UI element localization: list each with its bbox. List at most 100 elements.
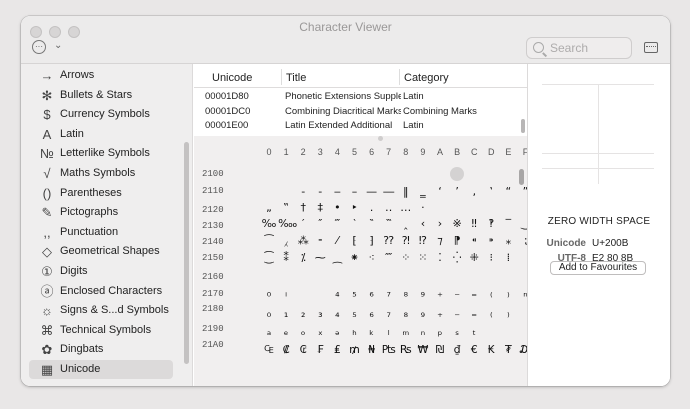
character-cell[interactable]: ‵	[347, 218, 363, 230]
character-cell[interactable]: ⁓	[312, 252, 328, 264]
character-cell[interactable]: ⁐	[261, 252, 277, 264]
character-cell[interactable]: ⁻	[449, 291, 465, 303]
character-cell[interactable]: ⁹	[415, 291, 431, 303]
character-cell[interactable]: ⁈	[398, 235, 414, 247]
character-cell[interactable]: ‗	[415, 186, 431, 198]
character-cell[interactable]: –	[347, 186, 363, 198]
character-cell[interactable]: ‰	[261, 218, 277, 230]
character-cell[interactable]: ₢	[295, 344, 311, 356]
character-cell[interactable]: ’	[449, 186, 465, 198]
character-cell[interactable]: ‱	[278, 218, 297, 230]
character-cell[interactable]: ₓ	[312, 326, 328, 338]
sidebar-item-parentheses[interactable]: () Parentheses	[29, 184, 173, 203]
character-cell[interactable]: ′	[295, 218, 311, 230]
character-cell[interactable]: ‾	[500, 218, 516, 230]
character-cell[interactable]: ⁇	[381, 235, 397, 247]
character-cell[interactable]: ₐ	[261, 326, 277, 338]
character-cell[interactable]: ⁼	[466, 291, 482, 303]
character-cell[interactable]: ₑ	[278, 326, 294, 338]
character-cell[interactable]: ″	[312, 218, 328, 230]
character-cell[interactable]: ₦	[364, 344, 380, 356]
table-scrollbar[interactable]	[521, 119, 525, 133]
character-cell[interactable]: ₧	[381, 344, 397, 356]
more-options-icon[interactable]: ···	[32, 40, 46, 54]
character-cell[interactable]: ‟	[278, 202, 294, 214]
character-cell[interactable]: …	[398, 202, 414, 214]
sidebar-item-technical-symbols[interactable]: ⌘ Technical Symbols	[29, 321, 173, 340]
character-cell[interactable]: ₎	[500, 308, 516, 320]
character-cell[interactable]: ₮	[500, 344, 516, 356]
character-cell[interactable]: ⁜	[466, 252, 482, 264]
character-cell[interactable]: ‖	[398, 186, 414, 198]
character-cell[interactable]: ⁃	[312, 235, 328, 247]
character-cell[interactable]: ₅	[347, 308, 363, 320]
character-cell[interactable]: ‿	[518, 218, 527, 230]
character-cell[interactable]: ⁚	[432, 252, 448, 264]
character-cell[interactable]: ”	[518, 186, 527, 198]
chevron-down-icon[interactable]: ⌄	[54, 40, 62, 51]
character-cell[interactable]: ‒	[329, 186, 345, 198]
character-cell[interactable]: ⁗	[381, 252, 397, 264]
character-cell[interactable]: ₥	[347, 344, 363, 356]
character-cell[interactable]: ⁽	[483, 291, 499, 303]
character-cell[interactable]: ₜ	[466, 326, 482, 338]
character-cell[interactable]: ₣	[312, 344, 328, 356]
character-cell[interactable]: ₘ	[398, 326, 414, 338]
character-cell[interactable]: ⁎	[500, 235, 516, 247]
character-cell[interactable]: ⁏	[518, 235, 527, 247]
sidebar-item-currency-symbols[interactable]: $ Currency Symbols	[29, 105, 173, 124]
character-cell[interactable]: ‥	[381, 202, 397, 214]
character-cell[interactable]: —	[364, 186, 380, 198]
character-cell[interactable]: •	[329, 202, 345, 214]
character-cell[interactable]: ₗ	[381, 326, 397, 338]
character-cell[interactable]: ‷	[381, 218, 397, 230]
character-cell[interactable]: ‑	[312, 186, 328, 198]
character-cell[interactable]: ₖ	[364, 326, 380, 338]
character-cell[interactable]: ⁘	[398, 252, 414, 264]
character-cell[interactable]: ‶	[364, 218, 380, 230]
character-cell[interactable]: ‹	[415, 218, 431, 230]
table-row[interactable]: 00001DC0 Combining Diacritical Marks Combi…	[202, 105, 511, 119]
character-cell[interactable]: “	[500, 186, 516, 198]
keyboard-toggle-icon[interactable]	[644, 42, 658, 53]
character-cell[interactable]: ⁌	[466, 235, 482, 247]
sidebar-item-signs-s-d-symbols[interactable]: ☼ Signs & S...d Symbols	[29, 301, 173, 320]
character-cell[interactable]: ₕ	[347, 326, 363, 338]
character-cell[interactable]: ₚ	[432, 326, 448, 338]
column-header-unicode[interactable]: Unicode	[212, 72, 252, 84]
character-cell[interactable]: ₍	[483, 308, 499, 320]
character-cell[interactable]: ⁊	[432, 235, 448, 247]
character-cell[interactable]: ₠	[261, 344, 277, 356]
character-cell[interactable]: ⁛	[449, 252, 465, 264]
character-cell[interactable]: ₁	[278, 308, 294, 320]
sidebar-item-enclosed-characters[interactable]: ⓐ Enclosed Characters	[29, 282, 173, 301]
character-cell[interactable]: ⁉	[415, 235, 431, 247]
character-cell[interactable]: ⁆	[364, 235, 380, 247]
sidebar-scrollbar[interactable]	[184, 142, 189, 364]
character-cell[interactable]: ‴	[329, 218, 345, 230]
character-cell[interactable]: ⁄	[329, 235, 345, 247]
character-cell[interactable]: ‽	[483, 218, 499, 230]
character-cell[interactable]: ‣	[347, 202, 363, 214]
column-header-category[interactable]: Category	[404, 72, 449, 84]
character-cell[interactable]: ₒ	[295, 326, 311, 338]
character-cell[interactable]: ⁍	[483, 235, 499, 247]
character-cell[interactable]: ‸	[398, 218, 414, 230]
character-cell[interactable]: †	[295, 202, 311, 214]
character-cell[interactable]: ⁑	[278, 252, 294, 264]
sidebar-item-digits[interactable]: ① Digits	[29, 262, 173, 281]
column-header-title[interactable]: Title	[286, 72, 306, 84]
character-cell[interactable]: ⁷	[381, 291, 397, 303]
character-cell[interactable]: ⁴	[329, 291, 345, 303]
character-cell[interactable]: ‘	[432, 186, 448, 198]
character-cell[interactable]: ⁋	[449, 235, 465, 247]
character-cell[interactable]: ₉	[415, 308, 431, 320]
column-divider[interactable]	[399, 69, 400, 85]
sidebar-item-pictographs[interactable]: ✎ Pictographs	[29, 203, 173, 222]
sidebar-item-bullets-stars[interactable]: ✻ Bullets & Stars	[29, 86, 173, 105]
character-cell[interactable]: ※	[449, 218, 465, 230]
character-cell[interactable]: ₨	[398, 344, 414, 356]
character-cell[interactable]: ‚	[466, 186, 482, 198]
character-cell[interactable]: ₯	[518, 344, 528, 356]
sidebar-item-maths-symbols[interactable]: √ Maths Symbols	[29, 164, 173, 183]
